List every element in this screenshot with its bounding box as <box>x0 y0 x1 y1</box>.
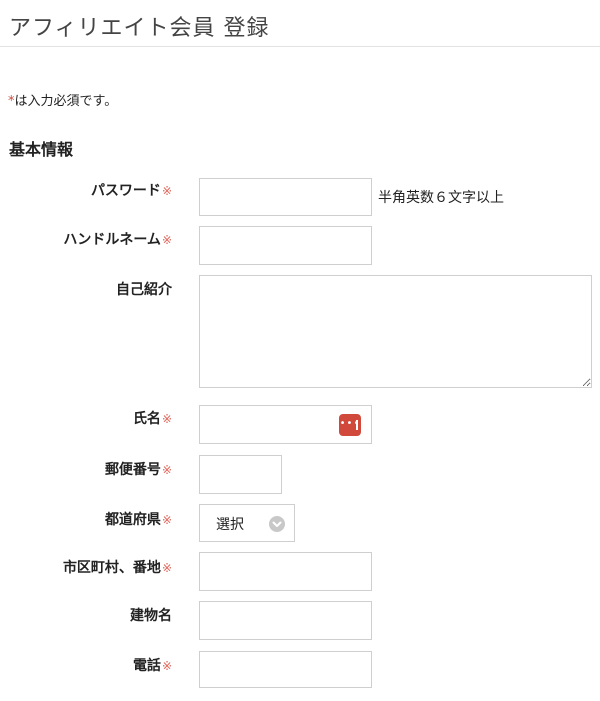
section-title-basic-info: 基本情報 <box>9 140 74 159</box>
postal-code-label: 郵便番号※ <box>105 459 172 479</box>
required-note-text: は入力必須です。 <box>14 94 118 109</box>
self-intro-textarea[interactable] <box>199 275 592 388</box>
prefecture-label-text: 都道府県 <box>104 512 161 528</box>
postal-code-label-text: 郵便番号 <box>104 462 161 478</box>
prefecture-required-mark: ※ <box>161 513 172 527</box>
handle-name-label-text: ハンドルネーム <box>63 232 161 248</box>
handle-name-required-mark: ※ <box>161 233 172 247</box>
phone-label-text: 電話 <box>132 658 161 674</box>
password-required-mark: ※ <box>161 184 172 198</box>
self-intro-label-text: 自己紹介 <box>116 282 172 298</box>
building-label-text: 建物名 <box>130 608 172 624</box>
city-address-label-text: 市区町村、番地 <box>62 560 161 576</box>
city-address-label: 市区町村、番地※ <box>63 557 172 577</box>
city-address-input[interactable] <box>199 552 372 591</box>
full-name-required-mark: ※ <box>161 412 172 426</box>
phone-input[interactable] <box>199 651 372 688</box>
postal-code-required-mark: ※ <box>161 463 172 477</box>
contacts-autofill-icon[interactable]: ••• <box>339 414 361 436</box>
password-hint: 半角英数６文字以上 <box>378 190 504 206</box>
page-title: アフィリエイト会員 登録 <box>9 16 270 41</box>
prefecture-select[interactable]: 選択 <box>199 504 295 542</box>
building-label: 建物名 <box>130 605 172 625</box>
full-name-label: 氏名※ <box>133 408 172 428</box>
handle-name-input[interactable] <box>199 226 372 265</box>
required-note: *は入力必須です。 <box>8 90 117 109</box>
chevron-down-icon <box>269 516 285 532</box>
postal-code-input[interactable] <box>199 455 282 494</box>
city-address-required-mark: ※ <box>161 561 172 575</box>
prefecture-selected-value: 選択 <box>216 517 244 533</box>
phone-required-mark: ※ <box>161 659 172 673</box>
full-name-label-text: 氏名 <box>132 411 161 427</box>
building-input[interactable] <box>199 601 372 640</box>
password-label-text: パスワード <box>90 183 161 199</box>
phone-label: 電話※ <box>133 655 172 675</box>
handle-name-label: ハンドルネーム※ <box>63 229 172 249</box>
title-divider <box>0 46 600 47</box>
password-label: パスワード※ <box>91 180 172 200</box>
password-input[interactable] <box>199 178 372 216</box>
self-intro-label: 自己紹介 <box>116 279 172 299</box>
prefecture-label: 都道府県※ <box>105 509 172 529</box>
